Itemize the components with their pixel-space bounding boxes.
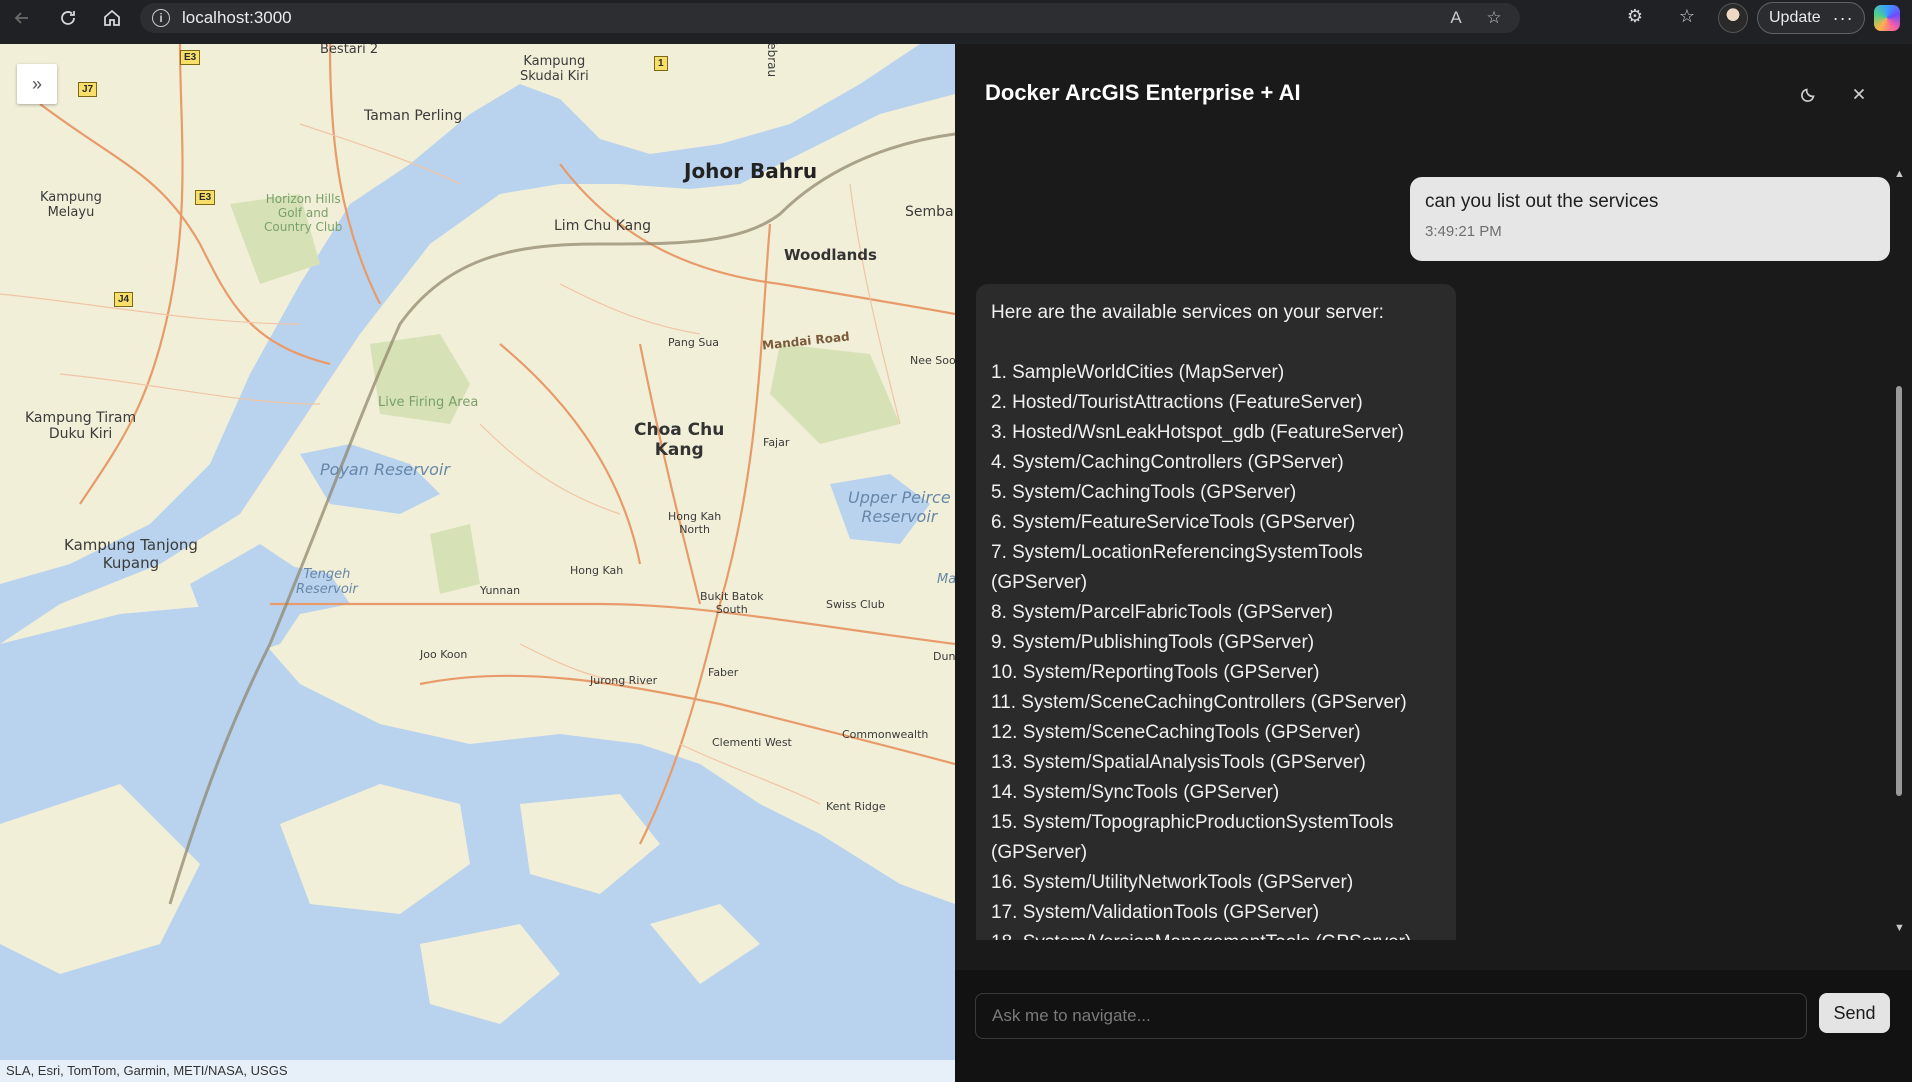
browser-toolbar: i localhost:3000 A ☆ ⚙ ☆ Update ··· [0,0,1912,36]
map-label-ma: Ma [937,572,955,587]
user-message: can you list out the services 3:49:21 PM [1410,177,1890,261]
read-aloud-icon[interactable]: A [1444,8,1468,28]
map-label-hongkahnorth: Hong Kah North [668,510,722,536]
chat-header: Docker ArcGIS Enterprise + AI [955,44,1912,134]
route-shield-1: 1 [654,56,668,71]
chat-input-area: Send [955,970,1912,1082]
map-label-yunnan: Yunnan [480,584,521,597]
map-label-choachu: Choa Chu Kang [634,420,725,460]
info-icon[interactable]: i [152,9,170,27]
assistant-intro: Here are the available services on your … [991,302,1384,323]
service-item: 3. Hosted/WsnLeakHotspot_gdb (FeatureSer… [991,422,1404,443]
map-label-faber: Faber [708,666,739,679]
map-label-tengeh: Tengeh Reservoir [296,567,358,597]
update-button[interactable]: Update ··· [1757,2,1865,34]
map-label-jurong: Jurong River [590,674,658,687]
service-item: 18. System/VersionManagementTools (GPSer… [991,928,1441,940]
update-label: Update [1769,9,1821,26]
home-button[interactable] [98,4,126,32]
service-item: 17. System/ValidationTools (GPServer) [991,902,1320,923]
route-shield-e3: E3 [180,50,201,65]
map-view[interactable]: E3 J7 E3 J4 1 Bestari 2 Kampung Skudai K… [0,44,955,1082]
service-item: 5. System/CachingTools (GPServer) [991,482,1297,503]
service-item: 15. System/TopographicProductionSystemTo… [991,812,1394,863]
refresh-icon [61,11,75,25]
map-label-swissclub: Swiss Club [826,598,885,611]
map-label-pangsua: Pang Sua [668,336,720,349]
map-label-dun: Dun [933,650,955,663]
map-label-neesoon: Nee Soo [910,354,955,367]
back-button[interactable] [8,4,36,32]
chat-title: Docker ArcGIS Enterprise + AI [985,80,1301,105]
map-label-tebrau: Tebrau [765,44,780,78]
expand-panel-button[interactable]: » [17,64,57,104]
map-label-skudai: Kampung Skudai Kiri [520,54,589,84]
route-shield-e3-south: E3 [195,190,216,205]
map-label-woodlands: Woodlands [784,246,877,264]
map-label-clementi: Clementi West [712,736,792,749]
favorites-icon[interactable]: ☆ [1674,6,1700,32]
service-item: 12. System/SceneCachingTools (GPServer) [991,722,1361,743]
service-item: 13. System/SpatialAnalysisTools (GPServe… [991,752,1366,773]
service-item: 2. Hosted/TouristAttractions (FeatureSer… [991,392,1363,413]
map-label-jookoon: Joo Koon [420,648,468,661]
service-item: 1. SampleWorldCities (MapServer) [991,362,1285,383]
moon-icon [1801,88,1815,102]
service-item: 14. System/SyncTools (GPServer) [991,782,1280,803]
service-item: 6. System/FeatureServiceTools (GPServer) [991,512,1356,533]
map-label-hongkah: Hong Kah [570,564,624,577]
assistant-message: Here are the available services on your … [976,284,1456,940]
message-list[interactable]: can you list out the services 3:49:21 PM… [955,164,1890,940]
extensions-icon[interactable]: ⚙ [1622,6,1648,32]
map-label-johor: Johor Bahru [684,159,818,183]
map-label-melayu: Kampung Melayu [40,190,102,220]
chat-panel: Docker ArcGIS Enterprise + AI can you li… [955,44,1912,1082]
map-label-bukitbatok: Bukit Batok South [700,590,764,616]
map-label-poyan: Poyan Reservoir [320,460,450,479]
service-item: 11. System/SceneCachingControllers (GPSe… [991,692,1407,713]
scrollbar-thumb[interactable] [1896,386,1902,796]
copilot-icon[interactable] [1874,5,1900,31]
chat-input[interactable] [975,993,1807,1039]
chevron-double-right-icon: » [31,73,42,94]
message-scrollbar[interactable]: ▲ ▼ [1890,164,1908,940]
arrow-left-icon [14,12,28,24]
map-label-taman: Taman Perling [364,108,463,124]
address-url[interactable]: localhost:3000 [182,8,292,28]
map-label-fajar: Fajar [763,436,790,449]
map-label-livefiring: Live Firing Area [378,395,479,410]
more-icon[interactable]: ··· [1833,8,1854,29]
scroll-up-icon[interactable]: ▲ [1894,168,1905,180]
profile-avatar[interactable] [1718,3,1748,33]
service-item: 10. System/ReportingTools (GPServer) [991,662,1320,683]
map-label-commonwealth: Commonwealth [842,728,929,741]
map-attribution: SLA, Esri, TomTom, Garmin, METI/NASA, US… [0,1060,955,1082]
map-label-tanjong: Kampung Tanjong Kupang [64,536,198,572]
map-label-bestari: Bestari 2 [320,44,379,57]
favorite-star-icon[interactable]: ☆ [1482,8,1506,28]
send-button[interactable]: Send [1819,993,1890,1033]
route-shield-j4: J4 [114,292,134,307]
route-shield-j7: J7 [78,82,98,97]
home-icon [104,9,120,26]
theme-toggle-button[interactable] [1795,80,1823,108]
map-label-tiram: Kampung Tiram Duku Kiri [25,410,137,442]
map-label-semba: Semba [905,204,954,220]
address-bar[interactable]: i localhost:3000 A ☆ [140,3,1520,33]
map-label-kentridge: Kent Ridge [826,800,886,813]
service-item: 8. System/ParcelFabricTools (GPServer) [991,602,1334,623]
map-label-limchu: Lim Chu Kang [554,218,652,234]
user-message-text: can you list out the services [1425,191,1659,212]
service-item: 7. System/LocationReferencingSystemTools… [991,542,1363,593]
map-label-horizon: Horizon Hills Golf and Country Club [264,192,343,234]
service-item: 16. System/UtilityNetworkTools (GPServer… [991,872,1354,893]
refresh-button[interactable] [54,4,82,32]
service-item: 4. System/CachingControllers (GPServer) [991,452,1344,473]
user-message-time: 3:49:21 PM [1425,223,1502,240]
service-item: 9. System/PublishingTools (GPServer) [991,632,1315,653]
close-button[interactable] [1845,80,1873,108]
close-icon [1853,88,1865,100]
scroll-down-icon[interactable]: ▼ [1894,922,1905,934]
map-label-upperpeirce: Upper Peirce Reservoir [848,488,951,526]
